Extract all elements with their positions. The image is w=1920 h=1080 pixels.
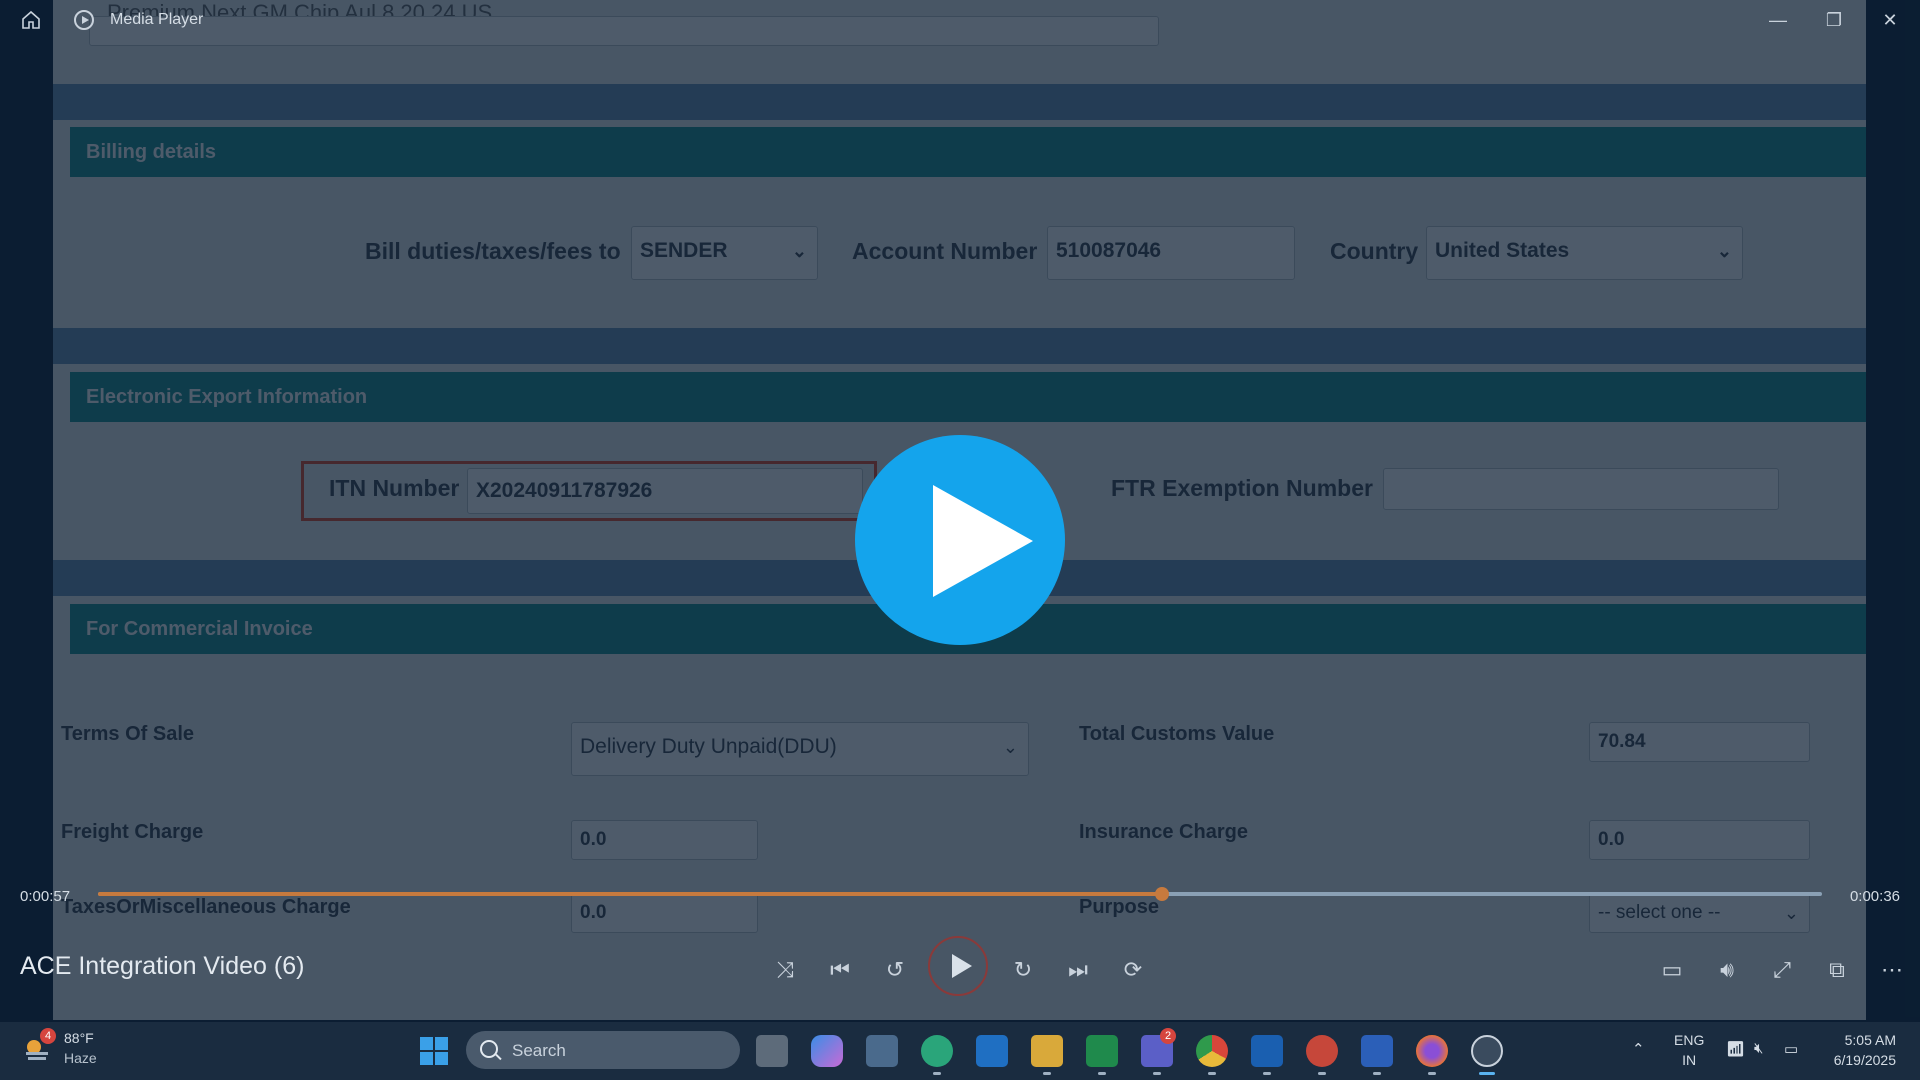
mute-icon[interactable]: 🔇︎: [1754, 1040, 1763, 1057]
firefox-icon[interactable]: [1416, 1035, 1448, 1067]
media-player-taskbar-icon[interactable]: [1471, 1035, 1503, 1067]
player-controls: 0:00:57 0:00:36 ACE Integration Video (6…: [0, 872, 1920, 1022]
forward-30-icon[interactable]: ↻: [1005, 952, 1041, 988]
close-button[interactable]: ✕: [1870, 6, 1910, 34]
next-icon[interactable]: ⏭: [1060, 952, 1096, 988]
restore-button[interactable]: ❐: [1814, 6, 1854, 34]
remaining-time: 0:00:36: [1849, 888, 1900, 905]
search-placeholder: Search: [512, 1041, 566, 1060]
wifi-icon[interactable]: 📶︎: [1726, 1040, 1745, 1058]
freight-charge-field[interactable]: 0.0: [571, 820, 758, 860]
terms-of-sale-select[interactable]: Delivery Duty Unpaid(DDU) ⌄: [571, 722, 1029, 776]
previous-icon[interactable]: ⏮: [822, 952, 858, 988]
task-view-icon[interactable]: [756, 1035, 788, 1067]
running-indicator: [1208, 1072, 1216, 1075]
word-icon[interactable]: [1361, 1035, 1393, 1067]
big-play-button[interactable]: [855, 435, 1065, 645]
search-icon: [480, 1040, 498, 1058]
freight-charge-label: Freight Charge: [61, 821, 204, 843]
running-indicator: [1153, 1072, 1161, 1075]
play-button[interactable]: [928, 936, 988, 996]
app-title: Media Player: [110, 11, 204, 28]
running-indicator: [1318, 1072, 1326, 1075]
total-customs-value-label: Total Customs Value: [1079, 723, 1275, 745]
language-indicator[interactable]: ENG IN: [1674, 1030, 1704, 1070]
weather-badge: 4: [40, 1028, 56, 1044]
bill-to-label: Bill duties/taxes/fees to: [365, 238, 621, 264]
lang-bottom: IN: [1682, 1052, 1697, 1068]
media-player-icon: [74, 10, 94, 30]
powerpoint-icon[interactable]: [1306, 1035, 1338, 1067]
terms-of-sale-value: Delivery Duty Unpaid(DDU): [580, 735, 837, 758]
mini-player-icon[interactable]: ⧉: [1819, 952, 1855, 988]
total-customs-value-field[interactable]: 70.84: [1589, 722, 1810, 762]
chevron-down-icon: ⌄: [1716, 241, 1732, 261]
country-label: Country: [1330, 238, 1419, 264]
divider-bar: [53, 328, 1866, 364]
copilot-icon[interactable]: [811, 1035, 843, 1067]
video-title: ACE Integration Video (6): [20, 952, 305, 980]
elapsed-time: 0:00:57: [20, 888, 71, 905]
more-options-icon[interactable]: ⋯: [1874, 952, 1910, 988]
fullscreen-icon[interactable]: ⤢: [1764, 952, 1800, 988]
country-select[interactable]: United States ⌄: [1426, 226, 1743, 280]
running-indicator: [1428, 1072, 1436, 1075]
running-indicator: [933, 1072, 941, 1075]
chevron-down-icon: ⌄: [791, 241, 807, 261]
title-bar: Media Player — ❐ ✕: [0, 0, 1920, 40]
bill-to-value: SENDER: [640, 239, 728, 262]
active-indicator: [1479, 1072, 1495, 1075]
clock[interactable]: 5:05 AM 6/19/2025: [1834, 1030, 1896, 1070]
taskbar: 4 88°F Haze Search 2 ⌃ ENG IN 📶︎ 🔇︎ ▭ 5:…: [0, 1022, 1920, 1080]
minimize-button[interactable]: —: [1758, 6, 1798, 34]
teams-badge: 2: [1160, 1028, 1176, 1044]
chrome-icon[interactable]: [1196, 1035, 1228, 1067]
bill-to-select[interactable]: SENDER ⌄: [631, 226, 818, 280]
seek-progress: [98, 892, 1162, 896]
excel-icon[interactable]: [1086, 1035, 1118, 1067]
store-icon[interactable]: [866, 1035, 898, 1067]
itn-number-field[interactable]: X20240911787926: [467, 468, 863, 514]
seek-bar[interactable]: [98, 887, 1822, 901]
insurance-charge-label: Insurance Charge: [1079, 821, 1248, 843]
repeat-icon[interactable]: ⟳: [1115, 952, 1151, 988]
country-value: United States: [1435, 239, 1570, 262]
chevron-down-icon: ⌄: [1002, 737, 1018, 757]
file-explorer-icon[interactable]: [1031, 1035, 1063, 1067]
running-indicator: [1043, 1072, 1051, 1075]
divider-bar: [53, 84, 1866, 120]
itn-number-label: ITN Number: [329, 475, 460, 501]
account-number-label: Account Number: [852, 238, 1038, 264]
rewind-10-icon[interactable]: ↺: [877, 952, 913, 988]
insurance-charge-field[interactable]: 0.0: [1589, 820, 1810, 860]
home-icon[interactable]: [20, 9, 42, 31]
windows-start-icon[interactable]: [420, 1037, 448, 1065]
taskbar-search[interactable]: Search: [466, 1031, 740, 1069]
running-indicator: [1263, 1072, 1271, 1075]
running-indicator: [1098, 1072, 1106, 1075]
seek-handle[interactable]: [1154, 887, 1169, 901]
lang-top: ENG: [1674, 1032, 1705, 1048]
running-indicator: [1373, 1072, 1381, 1075]
account-number-field[interactable]: 510087046: [1047, 226, 1295, 280]
ftr-exemption-field[interactable]: [1383, 468, 1779, 510]
outlook-new-icon[interactable]: [1251, 1035, 1283, 1067]
battery-icon[interactable]: ▭: [1784, 1040, 1798, 1058]
edge-icon[interactable]: [921, 1035, 953, 1067]
weather-condition: Haze: [64, 1050, 97, 1066]
clock-date: 6/19/2025: [1833, 1052, 1896, 1068]
chevron-up-icon[interactable]: ⌃: [1632, 1040, 1645, 1058]
weather-temperature: 88°F: [64, 1030, 94, 1046]
volume-icon[interactable]: 🔊︎: [1709, 952, 1745, 988]
terms-of-sale-label: Terms Of Sale: [61, 723, 195, 745]
captions-icon[interactable]: ▭: [1654, 952, 1690, 988]
shuffle-icon[interactable]: ⤨: [767, 952, 803, 988]
outlook-icon[interactable]: [976, 1035, 1008, 1067]
clock-time: 5:05 AM: [1844, 1032, 1896, 1048]
billing-section-header: Billing details: [70, 127, 1866, 177]
export-section-header: Electronic Export Information: [70, 372, 1866, 422]
ftr-exemption-label: FTR Exemption Number: [1111, 475, 1373, 501]
